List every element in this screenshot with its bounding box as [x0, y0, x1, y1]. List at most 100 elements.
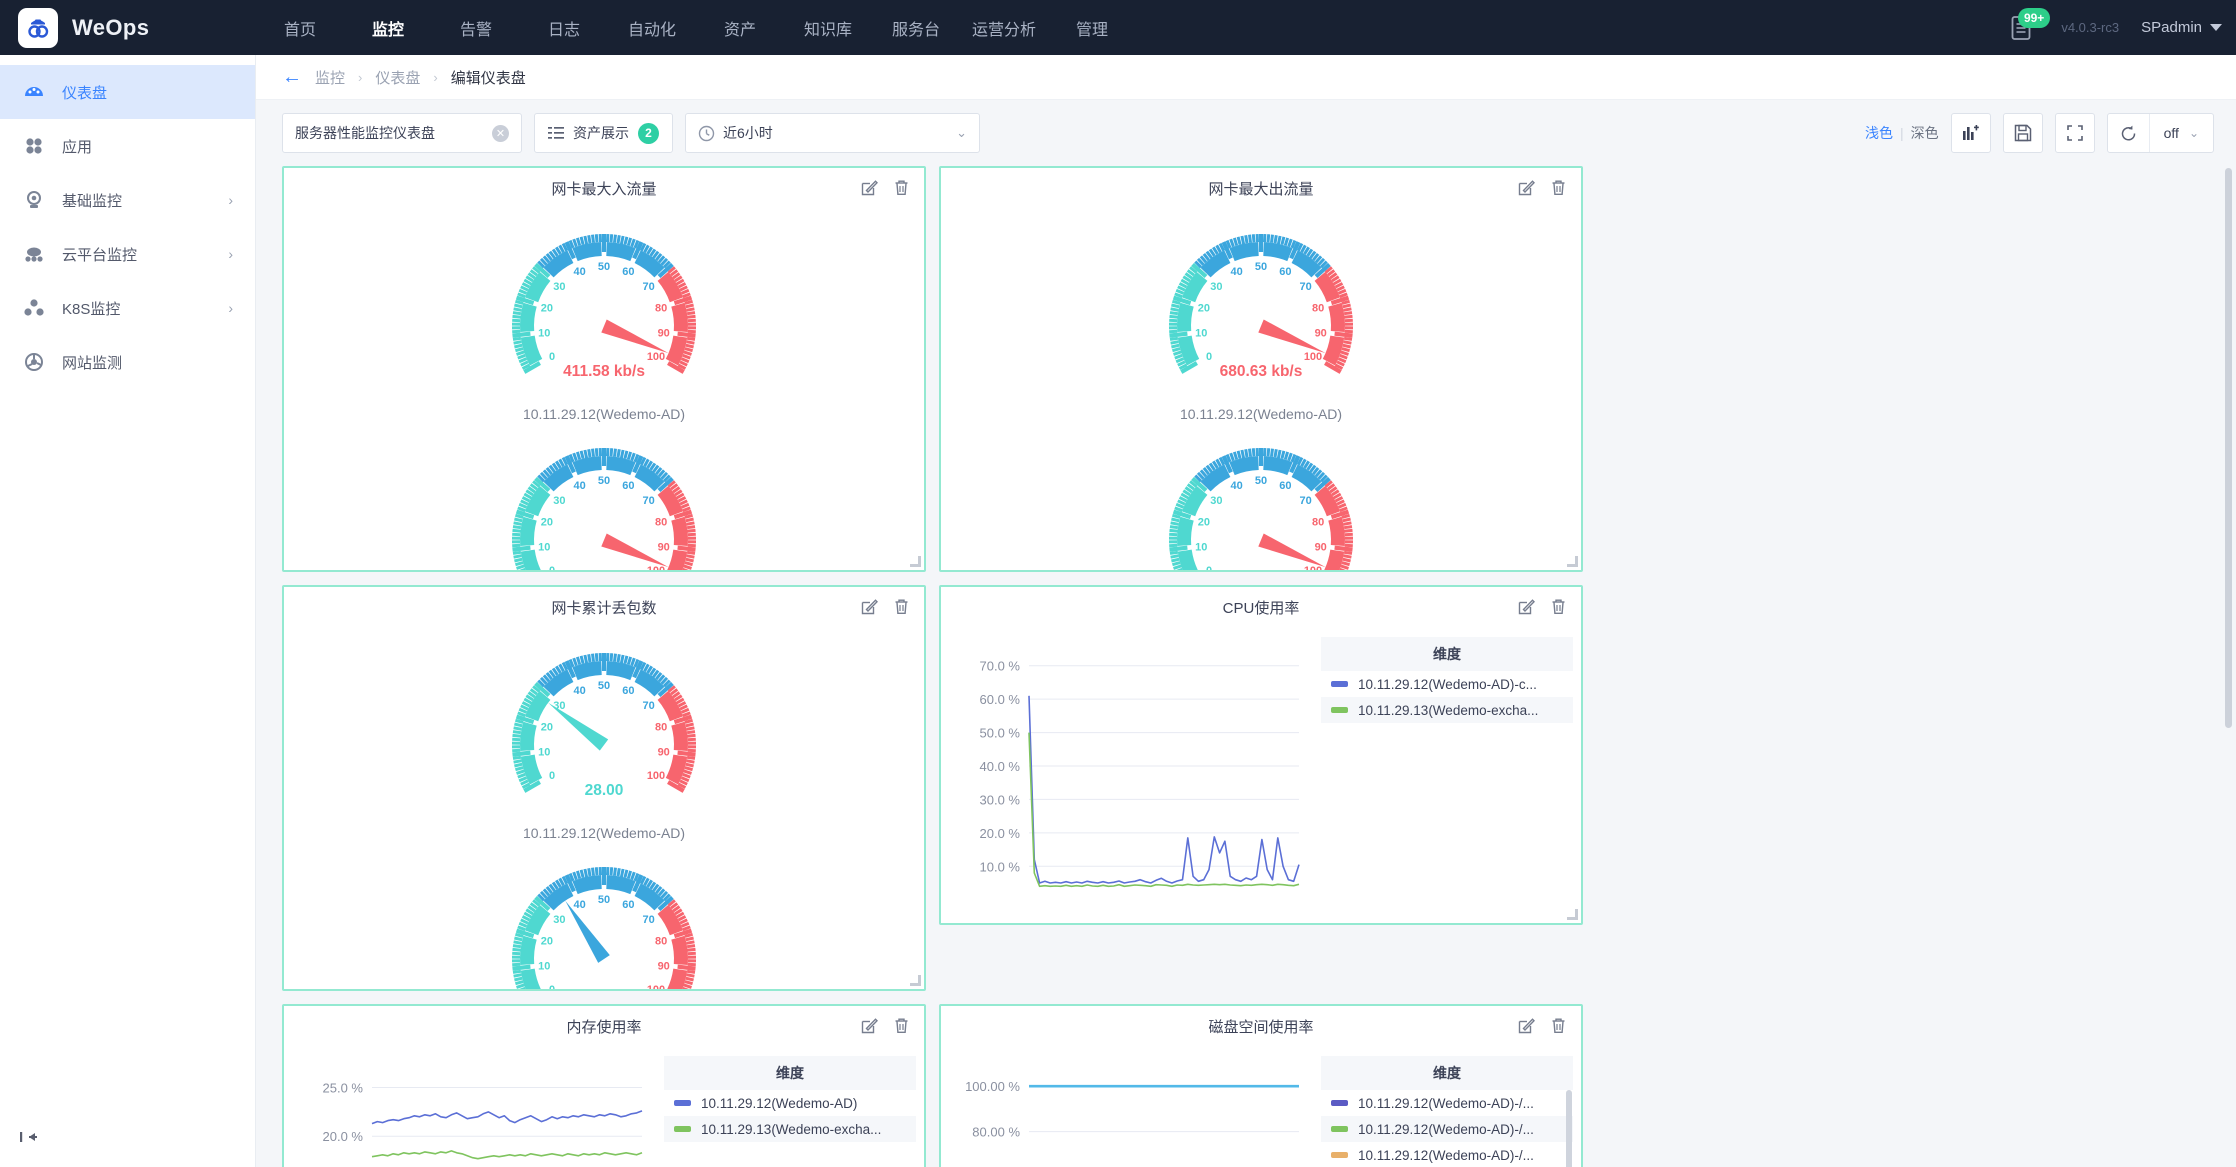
nav-item-4[interactable]: 自动化 [608, 0, 696, 55]
theme-light-option[interactable]: 浅色 [1865, 123, 1893, 143]
legend-color-swatch [674, 1100, 691, 1106]
legend-row[interactable]: 10.11.29.12(Wedemo-AD)-/... [1321, 1116, 1573, 1142]
svg-text:20: 20 [541, 303, 553, 315]
dashboard-card[interactable]: 内存使用率25.0 %20.0 %15.0 %10.0 %5.0 %维度10.1… [282, 1004, 926, 1167]
svg-text:40: 40 [573, 899, 585, 911]
delete-icon[interactable] [893, 179, 910, 196]
refresh-icon[interactable] [2108, 114, 2150, 152]
edit-icon[interactable] [1518, 598, 1535, 615]
card-resize-handle[interactable] [910, 975, 921, 986]
svg-text:80.00 %: 80.00 % [972, 1125, 1020, 1140]
chevron-down-icon: ⌄ [956, 125, 967, 140]
back-arrow-icon[interactable]: ← [282, 67, 302, 87]
user-menu[interactable]: SPadmin [2141, 19, 2222, 36]
asset-display-button[interactable]: 资产展示 2 [534, 113, 673, 153]
dashboard-card[interactable]: CPU使用率 70.0 % 60.0 % 50.0 % 40.0 % 30.0 % 20.0… [939, 585, 1583, 925]
legend-row[interactable]: 10.11.29.12(Wedemo-AD)-c... [1321, 671, 1573, 697]
delete-icon[interactable] [893, 598, 910, 615]
card-resize-handle[interactable] [1567, 556, 1578, 567]
svg-text:70: 70 [642, 495, 654, 507]
gauge-caption: 10.11.29.12(Wedemo-AD) [522, 825, 686, 841]
line-chart-plot[interactable]: 70.0 % 60.0 % 50.0 % 40.0 % 30.0 % 20.0 % 10.0… [951, 637, 1315, 923]
gauge-caption: 10.11.29.12(Wedemo-AD) [1179, 406, 1343, 422]
nav-item-1[interactable]: 监控 [344, 0, 432, 55]
line-chart-plot[interactable]: 100.00 %80.00 %60.00 %40.00 %20.00 % [951, 1056, 1315, 1167]
delete-icon[interactable] [1550, 1017, 1567, 1034]
legend-row[interactable]: 10.11.29.12(Wedemo-AD)-/... [1321, 1090, 1573, 1116]
sidebar-collapse-button[interactable] [18, 1129, 40, 1145]
list-icon [548, 127, 564, 139]
dashboard-card[interactable]: 网卡累计丢包数 0 10 20 30 40 50 60 70 80 90 100 28.00 10.11.… [282, 585, 926, 991]
legend-scrollbar[interactable] [1566, 1090, 1572, 1167]
nav-item-5[interactable]: 资产 [696, 0, 784, 55]
svg-text:40: 40 [1230, 266, 1242, 278]
line-chart-plot[interactable]: 25.0 %20.0 %15.0 %10.0 %5.0 % [294, 1056, 658, 1167]
svg-text:80: 80 [655, 936, 667, 948]
edit-icon[interactable] [1518, 179, 1535, 196]
sidebar-item-3[interactable]: 云平台监控 › [0, 227, 255, 281]
svg-text:10: 10 [538, 960, 550, 972]
clear-circle-icon[interactable]: ✕ [492, 124, 509, 142]
card-header: CPU使用率 [941, 587, 1581, 627]
fullscreen-icon [2066, 125, 2083, 141]
card-resize-handle[interactable] [910, 556, 921, 567]
svg-text:40: 40 [573, 266, 585, 278]
sidebar-item-5[interactable]: 网站监测 [0, 335, 255, 389]
page-scrollbar[interactable] [2225, 168, 2232, 728]
message-badge: 99+ [2017, 7, 2051, 28]
save-button[interactable] [2002, 113, 2043, 153]
nav-item-7[interactable]: 服务台 [872, 0, 960, 55]
apps-icon [22, 136, 46, 156]
delete-icon[interactable] [893, 1017, 910, 1034]
nav-item-8[interactable]: 运营分析 [960, 0, 1048, 55]
legend-color-swatch [1331, 1152, 1348, 1158]
fullscreen-button[interactable] [2054, 113, 2095, 153]
edit-icon[interactable] [861, 598, 878, 615]
nav-item-0[interactable]: 首页 [256, 0, 344, 55]
time-range-select[interactable]: 近6小时 ⌄ [685, 113, 980, 153]
nav-item-2[interactable]: 告警 [432, 0, 520, 55]
card-header: 网卡累计丢包数 [284, 587, 924, 627]
nav-item-3[interactable]: 日志 [520, 0, 608, 55]
svg-text:40: 40 [573, 685, 585, 697]
svg-text:20.0 %: 20.0 % [323, 1129, 364, 1144]
nav-item-6[interactable]: 知识库 [784, 0, 872, 55]
card-title: 内存使用率 [566, 1018, 642, 1036]
sidebar-item-2[interactable]: 基础监控 › [0, 173, 255, 227]
delete-icon[interactable] [1550, 179, 1567, 196]
dashboard-card[interactable]: 磁盘空间使用率100.00 %80.00 %60.00 %40.00 %20.0… [939, 1004, 1583, 1167]
legend-row[interactable]: 10.11.29.13(Wedemo-excha... [664, 1116, 916, 1142]
dashboard-card[interactable]: 网卡最大入流量 0 10 20 30 40 50 60 70 80 90 100 411.58 kb/s… [282, 166, 926, 572]
sidebar-item-4[interactable]: K8S监控 › [0, 281, 255, 335]
legend-color-swatch [1331, 1126, 1348, 1132]
svg-text:60: 60 [622, 899, 634, 911]
breadcrumb-item-1[interactable]: 仪表盘 [375, 67, 420, 88]
svg-text:30: 30 [1210, 495, 1222, 507]
delete-icon[interactable] [1550, 598, 1567, 615]
chevron-down-icon: ⌄ [2188, 126, 2199, 140]
gauge-caption: 10.11.29.12(Wedemo-AD) [522, 406, 686, 422]
brand-area[interactable]: WeOps [0, 7, 256, 48]
breadcrumb-item-0[interactable]: 监控 [315, 67, 345, 88]
svg-text:40: 40 [573, 480, 585, 492]
svg-text:411.58 kb/s: 411.58 kb/s [563, 363, 645, 380]
message-center-button[interactable]: 99+ [2005, 7, 2051, 45]
legend-row[interactable]: 10.11.29.12(Wedemo-AD) [664, 1090, 916, 1116]
theme-dark-option[interactable]: 深色 [1911, 123, 1939, 143]
auto-refresh-select[interactable]: off ⌄ [2106, 113, 2214, 153]
legend-row[interactable]: 10.11.29.13(Wedemo-excha... [1321, 697, 1573, 723]
legend-row[interactable]: 10.11.29.12(Wedemo-AD)-/... [1321, 1142, 1573, 1167]
edit-icon[interactable] [1518, 1017, 1535, 1034]
dashboard-card[interactable]: 网卡最大出流量 0 10 20 30 40 50 60 70 80 90 100 680.63 kb/s… [939, 166, 1583, 572]
sidebar-item-0[interactable]: 仪表盘 [0, 65, 255, 119]
sidebar-item-1[interactable]: 应用 [0, 119, 255, 173]
toolbar-right: 浅色 | 深色 off ⌄ [1865, 113, 2214, 153]
chevron-right-icon: › [228, 300, 233, 316]
edit-icon[interactable] [861, 1017, 878, 1034]
card-resize-handle[interactable] [1567, 909, 1578, 920]
k8s-icon [22, 298, 46, 318]
add-chart-button[interactable] [1950, 113, 1991, 153]
nav-item-9[interactable]: 管理 [1048, 0, 1136, 55]
edit-icon[interactable] [861, 179, 878, 196]
dashboard-select[interactable]: 服务器性能监控仪表盘 ✕ [282, 113, 522, 153]
